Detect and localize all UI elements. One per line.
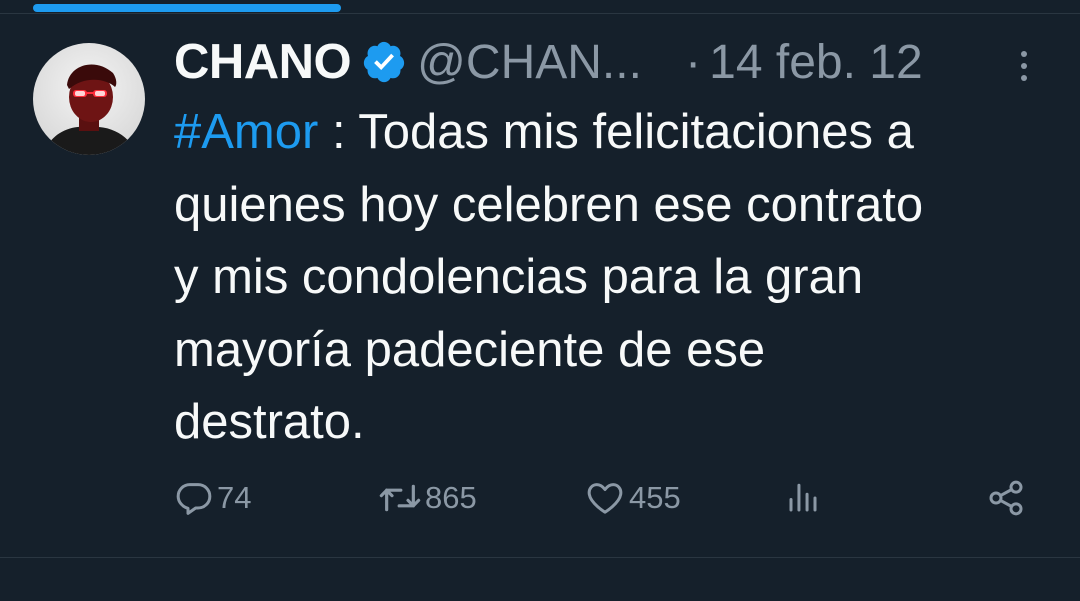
tweet-header: CHANO @CHAN... · 14 feb. 12: [174, 28, 1044, 96]
verified-badge-icon: [361, 39, 407, 85]
tweet-text-line: mayoría padeciente de ese: [174, 322, 766, 377]
share-icon: [986, 478, 1026, 518]
views-button[interactable]: [785, 472, 821, 524]
tweet-text-line: destrato.: [174, 395, 365, 449]
more-vertical-icon[interactable]: [1012, 46, 1036, 86]
reply-icon: [174, 478, 214, 518]
analytics-icon: [785, 478, 821, 518]
divider: [0, 557, 1080, 558]
author-handle[interactable]: @CHAN...: [417, 35, 655, 90]
share-button[interactable]: [986, 472, 1026, 524]
tweet-text-segment: : Todas mis felicitaciones a: [318, 105, 914, 159]
separator-dot: ·: [685, 35, 702, 89]
retweet-button[interactable]: 865: [378, 472, 477, 524]
avatar-image: [33, 43, 145, 155]
tweet-text: #Amor : Todas mis felicitaciones a quien…: [174, 96, 1054, 459]
like-button[interactable]: 455: [584, 472, 681, 524]
reply-count: 74: [217, 480, 252, 515]
tweet-text-line: y mis condolencias para la gran: [174, 250, 864, 304]
tweet-text-line: quienes hoy celebren ese contrato: [174, 177, 924, 232]
avatar[interactable]: [33, 43, 145, 155]
tweet-actions: 74 865 455: [174, 472, 1034, 524]
hashtag-link[interactable]: #Amor: [174, 105, 318, 159]
heart-icon: [584, 478, 626, 518]
divider: [0, 13, 1080, 14]
tweet-page: CHANO @CHAN... · 14 feb. 12 #Amor : Toda…: [0, 0, 1080, 601]
like-count: 455: [629, 480, 681, 515]
reply-button[interactable]: 74: [174, 472, 251, 524]
tweet-date[interactable]: 14 feb. 12: [709, 35, 923, 90]
tweet-text-line: #Amor : Todas mis felicitaciones a: [174, 105, 914, 159]
author-name[interactable]: CHANO: [174, 34, 352, 90]
retweet-count: 865: [425, 480, 477, 515]
retweet-icon: [378, 478, 422, 518]
scroll-progress-indicator: [33, 4, 341, 12]
